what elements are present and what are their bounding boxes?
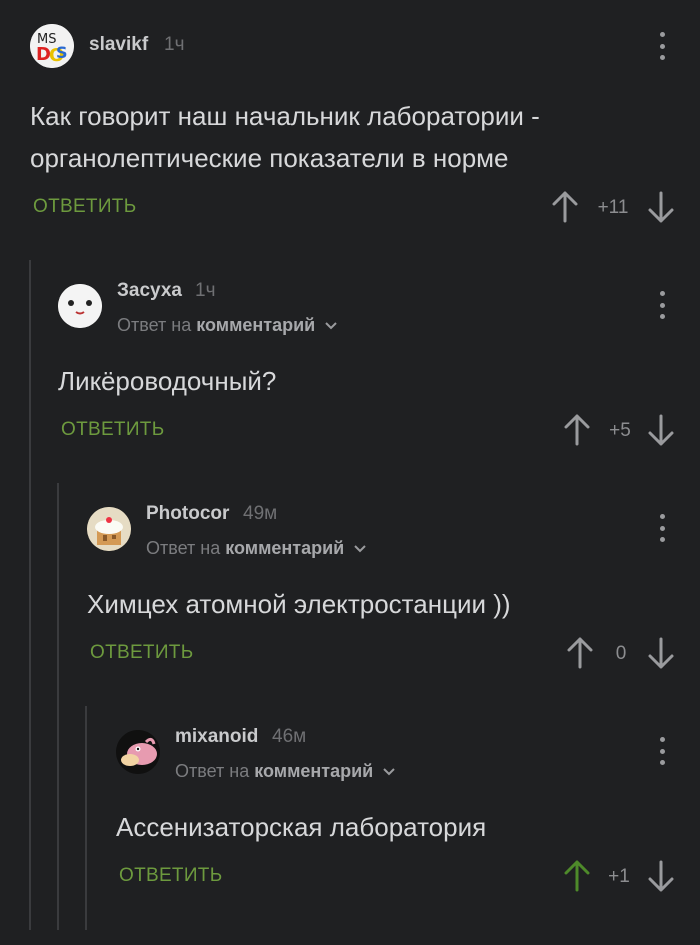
chevron-down-icon[interactable] <box>382 767 396 777</box>
reply-to-target[interactable]: комментарий <box>254 761 373 781</box>
rating-value: +1 <box>608 866 630 887</box>
reply-button[interactable]: ОТВЕТИТЬ <box>119 865 222 887</box>
reply-to-link[interactable]: Ответ на комментарий <box>175 761 396 782</box>
more-options-icon[interactable] <box>656 737 668 765</box>
comment-text-line-1: Ассенизаторская лаборатория <box>116 812 487 842</box>
upvote-arrow-icon[interactable] <box>563 859 591 893</box>
username[interactable]: mixanoid <box>175 726 258 748</box>
comment-mixanoid: mixanoid 46м Ответ на комментарий Ассени… <box>0 0 700 930</box>
comment-time: 46м <box>272 726 307 747</box>
avatar[interactable] <box>116 730 160 774</box>
slowpoke-icon <box>116 730 160 774</box>
downvote-arrow-icon[interactable] <box>647 859 675 893</box>
reply-to-prefix: Ответ на <box>175 761 250 781</box>
